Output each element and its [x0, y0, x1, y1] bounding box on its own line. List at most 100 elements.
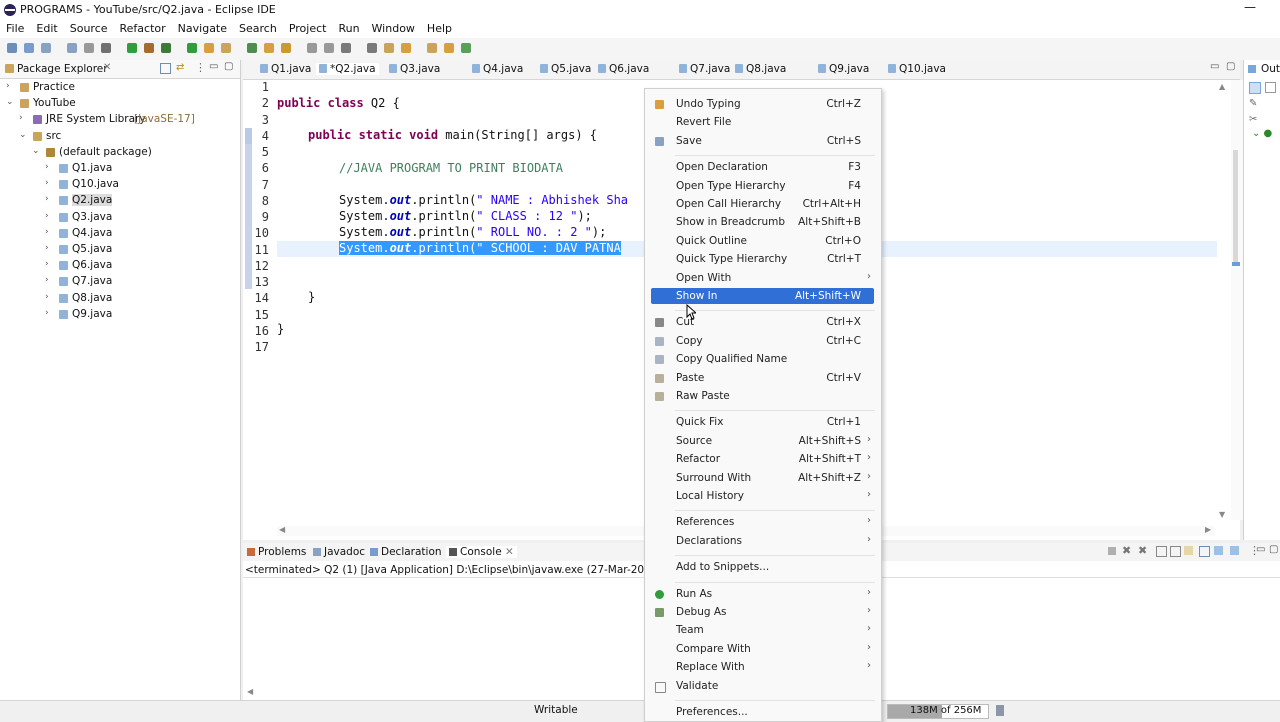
expand-icon[interactable]: › — [45, 227, 49, 237]
context-menu-item-open-call-hierarchy[interactable]: Open Call Hierarchy Ctrl+Alt+H — [645, 196, 881, 212]
outline-sort-icon[interactable] — [1249, 82, 1261, 94]
context-menu-item-surround-with[interactable]: Surround With Alt+Shift+Z › — [645, 470, 881, 486]
editor-maximize-icon[interactable]: ▢ — [1226, 61, 1235, 72]
editor-tab-q10[interactable]: Q10.java — [888, 63, 946, 75]
context-menu-item-add-to-snippets[interactable]: Add to Snippets... — [645, 559, 881, 575]
toggle-breadcrumb-icon[interactable] — [84, 43, 94, 53]
expand-icon[interactable]: › — [45, 292, 49, 302]
minimize-button[interactable]: — — [1244, 0, 1256, 14]
print-icon[interactable] — [67, 43, 77, 53]
external-tools-icon[interactable] — [144, 43, 154, 53]
context-menu-item-replace-with[interactable]: Replace With › — [645, 659, 881, 675]
new-java-project-icon[interactable] — [161, 43, 171, 53]
context-menu-item-team[interactable]: Team › — [645, 622, 881, 638]
remove-launch-icon[interactable]: ✖ — [1122, 544, 1131, 557]
context-menu-item-debug-as[interactable]: Debug As › — [645, 604, 881, 620]
scroll-up-icon[interactable]: ▲ — [1219, 82, 1225, 91]
outline-class-icon[interactable]: ⌄ ● — [1252, 128, 1272, 139]
expand-icon[interactable]: › — [45, 259, 49, 269]
editor-tab-q6[interactable]: Q6.java — [598, 63, 649, 75]
terminate-icon[interactable] — [1108, 547, 1116, 555]
context-menu-item-show-in[interactable]: Show In Alt+Shift+W — [651, 288, 874, 304]
context-menu-item-open-declaration[interactable]: Open Declaration F3 — [645, 159, 881, 175]
editor-tab-q7[interactable]: Q7.java — [679, 63, 730, 75]
minimize-view-icon[interactable]: ▭ — [1256, 544, 1265, 555]
minimize-view-icon[interactable]: ▭ — [209, 61, 218, 72]
context-menu-item-quick-type-hierarchy[interactable]: Quick Type Hierarchy Ctrl+T — [645, 251, 881, 267]
display-console-icon[interactable] — [1214, 546, 1223, 555]
context-menu-item-save[interactable]: Save Ctrl+S — [645, 133, 881, 149]
clear-console-icon[interactable] — [1156, 546, 1167, 557]
close-icon[interactable]: ✕ — [103, 62, 111, 73]
forward-history-icon[interactable] — [444, 43, 454, 53]
context-menu-item-show-in-breadcrumb[interactable]: Show in Breadcrumb Alt+Shift+B — [645, 214, 881, 230]
last-edit-icon[interactable] — [384, 43, 394, 53]
open-type-icon[interactable] — [221, 43, 231, 53]
search-icon[interactable] — [247, 43, 257, 53]
toggle-mark-icon[interactable] — [264, 43, 274, 53]
heap-status[interactable]: 138M of 256M — [887, 704, 989, 719]
context-menu-item-validate[interactable]: Validate — [645, 678, 881, 694]
context-menu-item-copy-qualified-name[interactable]: Copy Qualified Name — [645, 351, 881, 367]
menu-source[interactable]: Source — [64, 20, 114, 38]
collapse-icon[interactable]: ⌄ — [6, 97, 14, 107]
scroll-left-icon[interactable]: ◀ — [279, 525, 285, 534]
garbage-collect-icon[interactable] — [996, 705, 1004, 716]
expand-icon[interactable]: › — [19, 113, 23, 123]
debug-icon[interactable] — [101, 43, 111, 53]
collapse-icon[interactable]: ⌄ — [32, 146, 40, 156]
forward-icon[interactable] — [427, 43, 437, 53]
console-tab-console[interactable]: Console ✕ — [446, 546, 517, 558]
expand-icon[interactable]: › — [45, 243, 49, 253]
expand-icon[interactable]: › — [45, 162, 49, 172]
context-menu-item-source[interactable]: Source Alt+Shift+S › — [645, 433, 881, 449]
context-menu-item-refactor[interactable]: Refactor Alt+Shift+T › — [645, 451, 881, 467]
context-menu-item-paste[interactable]: Paste Ctrl+V — [645, 370, 881, 386]
menu-file[interactable]: File — [0, 20, 30, 38]
word-wrap-icon[interactable] — [1184, 546, 1193, 555]
new-package-icon[interactable] — [187, 43, 197, 53]
show-whitespace-icon[interactable] — [307, 43, 317, 53]
outline-filter-icon[interactable] — [1265, 82, 1276, 93]
highlight-icon[interactable] — [281, 43, 291, 53]
new-icon[interactable] — [7, 43, 17, 53]
open-console-icon[interactable] — [1230, 546, 1239, 555]
context-menu-item-compare-with[interactable]: Compare With › — [645, 641, 881, 657]
expand-icon[interactable]: › — [45, 275, 49, 285]
outline-tab[interactable]: Out — [1261, 63, 1280, 75]
pin-editor-icon[interactable] — [461, 43, 471, 53]
editor-tab-q1[interactable]: Q1.java — [260, 63, 311, 75]
maximize-view-icon[interactable]: ▢ — [224, 61, 233, 72]
context-menu-item-local-history[interactable]: Local History › — [645, 488, 881, 504]
pin-console-icon[interactable] — [1199, 546, 1210, 557]
scroll-lock-icon[interactable] — [1170, 546, 1181, 557]
run-icon[interactable] — [127, 43, 137, 53]
menu-navigate[interactable]: Navigate — [172, 20, 233, 38]
console-tab-problems[interactable]: Problems — [247, 546, 306, 558]
scroll-right-icon[interactable]: ▶ — [1205, 525, 1211, 534]
overview-ruler-thumb[interactable] — [1233, 150, 1238, 265]
back-icon[interactable] — [401, 43, 411, 53]
context-menu-item-cut[interactable]: Cut Ctrl+X — [645, 314, 881, 330]
expand-icon[interactable]: › — [45, 194, 49, 204]
remove-all-icon[interactable]: ✖ — [1138, 544, 1147, 557]
collapse-all-icon[interactable] — [160, 63, 171, 74]
block-selection-icon[interactable] — [324, 43, 334, 53]
context-menu-item-declarations[interactable]: Declarations › — [645, 533, 881, 549]
context-menu-item-open-type-hierarchy[interactable]: Open Type Hierarchy F4 — [645, 178, 881, 194]
menu-refactor[interactable]: Refactor — [114, 20, 172, 38]
editor-tab-q4[interactable]: Q4.java — [472, 63, 523, 75]
menu-edit[interactable]: Edit — [30, 20, 63, 38]
console-tab-javadoc[interactable]: Javadoc — [313, 546, 365, 558]
menu-run[interactable]: Run — [332, 20, 365, 38]
editor-tab-q5[interactable]: Q5.java — [540, 63, 591, 75]
context-menu-item-copy[interactable]: Copy Ctrl+C — [645, 333, 881, 349]
menu-project[interactable]: Project — [283, 20, 333, 38]
expand-icon[interactable]: › — [45, 178, 49, 188]
context-menu-item-revert-file[interactable]: Revert File — [645, 114, 881, 130]
prev-annotation-icon[interactable] — [367, 43, 377, 53]
context-menu-item-run-as[interactable]: Run As › — [645, 586, 881, 602]
next-annotation-icon[interactable] — [341, 43, 351, 53]
menu-search[interactable]: Search — [233, 20, 283, 38]
editor-minimize-icon[interactable]: ▭ — [1210, 61, 1219, 72]
